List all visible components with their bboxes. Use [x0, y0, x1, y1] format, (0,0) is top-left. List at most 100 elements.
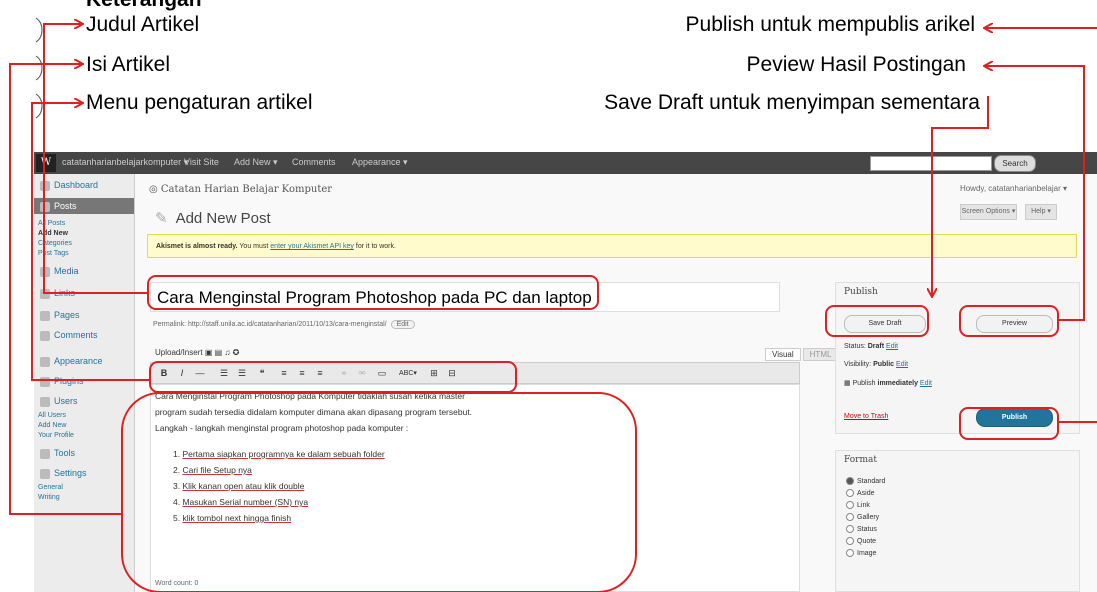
visibility-label: Visibility:: [844, 361, 872, 368]
more-tag-button[interactable]: ▭: [375, 367, 389, 380]
format-option-link[interactable]: Link: [846, 501, 870, 509]
sidebar-item-plugins[interactable]: Plugins: [34, 376, 134, 387]
permalink: Permalink: http://staff.unila.ac.id/cata…: [153, 320, 415, 329]
kitchen-sink-button[interactable]: ⊟: [445, 367, 459, 380]
radio-icon: [846, 549, 854, 557]
annotation-judul-artikel: Judul Artikel: [86, 13, 200, 36]
spellcheck-button[interactable]: ABC▾: [395, 367, 421, 380]
sidebar-item-label: Pages: [54, 310, 80, 320]
post-content-editor[interactable]: Cara Menginstal Program Photoshop pada K…: [150, 384, 800, 592]
list-item: 1. Pertama siapkan programnya ke dalam s…: [173, 449, 385, 459]
radio-checked-icon: [846, 477, 854, 485]
fullscreen-button[interactable]: ⊞: [427, 367, 441, 380]
sidebar-sub-your-profile[interactable]: Your Profile: [38, 432, 74, 439]
strikethrough-button[interactable]: —: [193, 367, 207, 380]
upload-insert[interactable]: Upload/Insert ▣ ▤ ♫ ✪: [155, 348, 239, 357]
admin-bar-search-button[interactable]: Search: [994, 155, 1036, 172]
bold-button[interactable]: B: [157, 367, 171, 380]
sidebar-item-posts[interactable]: Posts: [34, 198, 134, 214]
bullet-list-button[interactable]: ☰: [217, 367, 231, 380]
sidebar-item-users[interactable]: Users: [34, 396, 134, 407]
publish-button[interactable]: Publish: [976, 408, 1053, 427]
sidebar-item-tools[interactable]: Tools: [34, 448, 134, 459]
comments-icon: [40, 330, 50, 341]
admin-bar-appearance[interactable]: Appearance ▾: [352, 157, 408, 168]
sidebar-item-label: Settings: [54, 468, 87, 478]
sidebar-sub-categories[interactable]: Categories: [38, 240, 72, 247]
sidebar-item-media[interactable]: Media: [34, 266, 134, 277]
format-option-label: Quote: [857, 537, 877, 545]
format-option-aside[interactable]: Aside: [846, 489, 875, 497]
sidebar-sub-all-posts[interactable]: All Posts: [38, 220, 65, 227]
visibility-edit-link[interactable]: Edit: [896, 361, 908, 368]
admin-bar-site[interactable]: catatanharianbelajarkomputer ▾: [62, 157, 188, 168]
sidebar-item-label: Plugins: [54, 376, 84, 386]
howdy-menu[interactable]: Howdy, catatanharianbelajar ▾: [960, 184, 1067, 193]
admin-bar-add-new[interactable]: Add New ▾: [234, 157, 278, 168]
screen-options-button[interactable]: Screen Options ▾: [960, 204, 1017, 220]
sidebar-item-label: Users: [54, 396, 78, 406]
admin-bar-search-input[interactable]: [870, 156, 992, 171]
list-item: 5. klik tombol next hingga finish: [173, 513, 292, 523]
sidebar-item-pages[interactable]: Pages: [34, 310, 134, 321]
format-option-label: Standard: [857, 477, 886, 485]
annotation-heading: Keterangan: [86, 0, 202, 12]
publish-time-edit-link[interactable]: Edit: [920, 380, 932, 387]
bracket-mark: [35, 55, 43, 81]
settings-icon: [40, 468, 50, 479]
post-title-input[interactable]: Cara Menginstal Program Photoshop pada P…: [150, 282, 780, 312]
format-option-image[interactable]: Image: [846, 549, 876, 557]
align-center-button[interactable]: ≡: [295, 367, 309, 380]
akismet-key-link[interactable]: enter your Akismet API key: [270, 243, 354, 250]
numbered-list-button[interactable]: ☰: [235, 367, 249, 380]
sidebar-item-label: Tools: [54, 448, 76, 458]
sidebar-sub-add-new[interactable]: Add New: [38, 230, 68, 237]
sidebar-item-links[interactable]: Links: [34, 288, 134, 299]
pages-icon: [40, 310, 50, 321]
save-draft-button[interactable]: Save Draft: [844, 315, 926, 333]
pushpin-icon: ✎: [155, 210, 168, 227]
insert-link-button[interactable]: ⚭: [337, 367, 351, 380]
sidebar-sub-users-add-new[interactable]: Add New: [38, 422, 66, 429]
help-button[interactable]: Help ▾: [1025, 204, 1057, 220]
posts-icon: [40, 201, 50, 212]
format-option-status[interactable]: Status: [846, 525, 877, 533]
italic-button[interactable]: I: [175, 367, 189, 380]
list-item-text: Cari file Setup nya: [182, 465, 252, 475]
permalink-edit-button[interactable]: Edit: [390, 320, 415, 329]
format-option-quote[interactable]: Quote: [846, 537, 876, 545]
admin-bar-comments[interactable]: Comments: [292, 157, 336, 167]
sidebar-item-dashboard[interactable]: Dashboard: [34, 180, 134, 191]
align-right-button[interactable]: ≡: [313, 367, 327, 380]
list-item-text: Masukan Serial number (SN) nya: [182, 497, 309, 507]
annotation-preview: Peview Hasil Postingan: [746, 53, 966, 76]
tab-visual[interactable]: Visual: [765, 348, 801, 361]
sidebar-sub-general[interactable]: General: [38, 484, 63, 491]
format-box-heading: Format: [844, 455, 877, 465]
sidebar-sub-all-users[interactable]: All Users: [38, 412, 66, 419]
sidebar-item-appearance[interactable]: Appearance: [34, 356, 134, 367]
tab-html[interactable]: HTML: [802, 348, 839, 361]
status-edit-link[interactable]: Edit: [886, 343, 898, 350]
appearance-icon: [40, 356, 50, 367]
permalink-url[interactable]: Permalink: http://staff.unila.ac.id/cata…: [153, 321, 387, 328]
format-option-standard[interactable]: Standard: [846, 477, 885, 485]
sidebar-sub-post-tags[interactable]: Post Tags: [38, 250, 69, 257]
preview-button[interactable]: Preview: [976, 315, 1053, 333]
align-left-button[interactable]: ≡: [277, 367, 291, 380]
blockquote-button[interactable]: ❝: [255, 367, 269, 380]
wordpress-logo-icon[interactable]: W: [36, 154, 56, 172]
sidebar-sub-writing[interactable]: Writing: [38, 494, 60, 501]
sidebar-item-label: Appearance: [54, 356, 103, 366]
site-title[interactable]: ◎ Catatan Harian Belajar Komputer: [149, 184, 332, 195]
annotation-isi-artikel: Isi Artikel: [86, 53, 171, 76]
sidebar-item-settings[interactable]: Settings: [34, 468, 134, 479]
format-option-gallery[interactable]: Gallery: [846, 513, 879, 521]
radio-icon: [846, 501, 854, 509]
sidebar-item-comments[interactable]: Comments: [34, 330, 134, 341]
admin-bar-visit-site[interactable]: Visit Site: [184, 157, 219, 167]
site-title-text: Catatan Harian Belajar Komputer: [160, 184, 333, 195]
status-label: Status:: [844, 343, 866, 350]
move-to-trash-link[interactable]: Move to Trash: [844, 413, 888, 420]
unlink-button[interactable]: ⚮: [355, 367, 369, 380]
